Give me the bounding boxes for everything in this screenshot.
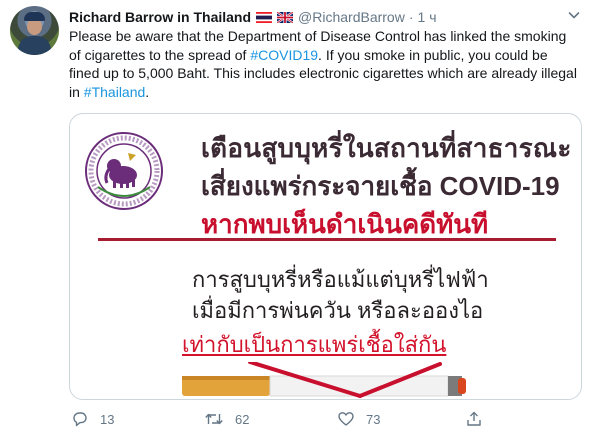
tweet-actions: 13 62 73 [69, 409, 481, 429]
share-action[interactable] [465, 409, 494, 429]
chevron-down-icon[interactable] [567, 8, 581, 22]
retweet-icon [205, 413, 223, 425]
poster-heading-line1: เตือนสูบบุหรี่ในสถานที่สาธารณะ [201, 133, 572, 163]
timestamp[interactable]: 1 ч [418, 9, 437, 25]
share-icon [467, 411, 481, 426]
poster-body-line3: เท่ากับเป็นการแพร่เชื้อใส่กัน [182, 332, 447, 357]
like-icon [338, 412, 354, 426]
poster-heading-line2: เสี่ยงแพร่กระจายเชื้อ COVID-19 [201, 171, 560, 201]
crossed-cigarette-icon [180, 360, 470, 398]
like-action[interactable]: 73 [337, 409, 380, 429]
reply-count: 13 [100, 411, 115, 427]
poster-body-line2: เมื่อมีการพ่นควัน หรือละอองไอ [192, 298, 484, 323]
tweet-image-card[interactable]: เตือนสูบบุหรี่ในสถานที่สาธารณะ เสี่ยงแพร… [69, 113, 582, 400]
retweet-count: 62 [235, 411, 250, 427]
avatar[interactable] [10, 6, 59, 55]
reply-icon [73, 412, 87, 427]
hashtag-covid19-link[interactable]: #COVID19 [250, 47, 318, 63]
poster-body-line1: การสูบบุหรี่หรือแม้แต่บุหรี่ไฟฟ้า [192, 267, 489, 292]
reply-action[interactable]: 13 [71, 409, 114, 429]
poster-divider [98, 238, 556, 241]
university-seal-icon [84, 131, 164, 211]
hashtag-thailand-link[interactable]: #Thailand [84, 84, 146, 100]
avatar-body [18, 36, 51, 55]
tweet-text: Please be aware that the Department of D… [69, 27, 581, 101]
user-handle[interactable]: @RichardBarrow [298, 9, 405, 25]
retweet-action[interactable]: 62 [204, 409, 249, 429]
separator-dot: · [408, 9, 414, 25]
tweet-header: Richard Barrow in Thailand @RichardBarro… [69, 7, 437, 27]
like-count: 73 [366, 411, 381, 427]
tweet-text-part: . [145, 83, 150, 100]
avatar-cap [24, 12, 45, 21]
uk-flag-icon [277, 11, 294, 23]
thailand-flag-icon [256, 11, 273, 23]
display-name[interactable]: Richard Barrow in Thailand [69, 9, 251, 25]
